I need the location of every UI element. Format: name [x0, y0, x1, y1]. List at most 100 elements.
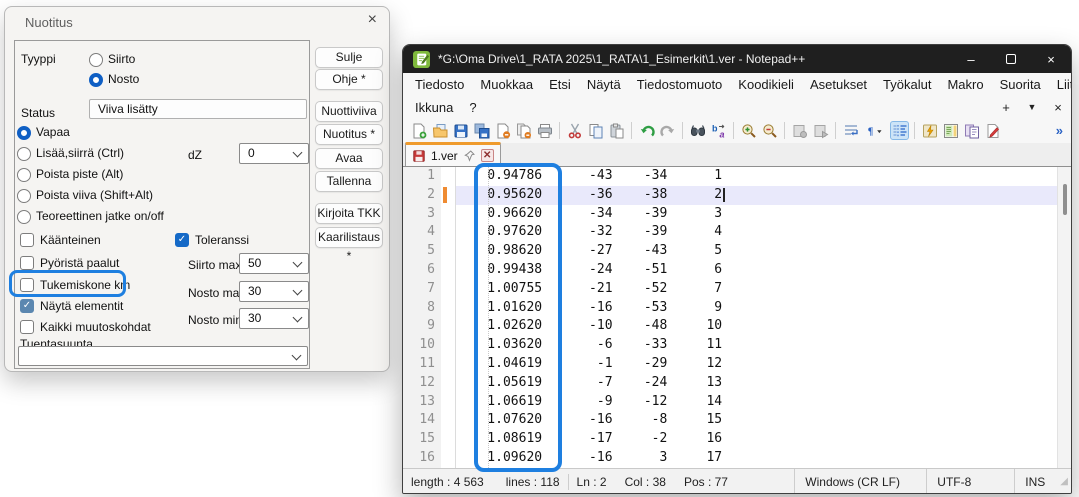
dialog-button-nuotitus[interactable]: Nuotitus * [315, 124, 383, 145]
line-number[interactable]: 7 [403, 280, 441, 299]
radio-nosto-label[interactable]: Nosto [108, 72, 139, 86]
tab-close-icon[interactable]: ✕ [481, 149, 494, 162]
menu-item-tiedostomuoto[interactable]: Tiedostomuoto [629, 74, 731, 95]
editor-text-line[interactable]: 1.04619 -1 -29 12 [456, 355, 1071, 374]
checkbox-pyorista-paalut[interactable] [20, 256, 34, 270]
radio-teoreettinen-label[interactable]: Teoreettinen jatke on/off [36, 209, 164, 223]
dialog-button-kaarilistaus[interactable]: Kaarilistaus * [315, 227, 383, 248]
line-number[interactable]: 3 [403, 205, 441, 224]
editor-text-line[interactable]: 1.06619 -9 -12 14 [456, 393, 1071, 412]
resize-grip-icon[interactable]: ◢ [1060, 476, 1071, 487]
eol-format[interactable]: Windows (CR LF) [794, 469, 926, 494]
save-icon[interactable] [451, 121, 470, 140]
menu-item-tiedosto[interactable]: Tiedosto [407, 74, 472, 95]
menu-item-suorita[interactable]: Suorita [992, 74, 1049, 95]
line-number[interactable]: 2 [403, 186, 441, 205]
line-number[interactable]: 10 [403, 336, 441, 355]
radio-poista-viiva-label[interactable]: Poista viiva (Shift+Alt) [36, 188, 153, 202]
editor-text-line[interactable]: 1.07620 -16 -8 15 [456, 411, 1071, 430]
radio-vapaa[interactable] [17, 126, 31, 140]
line-number[interactable]: 4 [403, 223, 441, 242]
editor-text-line[interactable]: 1.09620 -16 3 17 [456, 449, 1071, 468]
zoom-in-icon[interactable] [739, 121, 758, 140]
dialog-button-kirjoita-tkk[interactable]: Kirjoita TKK * [315, 203, 383, 224]
document-switcher-icon[interactable] [962, 121, 981, 140]
line-number[interactable]: 5 [403, 242, 441, 261]
minimize-button[interactable]: – [951, 45, 991, 73]
menu-item-muokkaa[interactable]: Muokkaa [472, 74, 541, 95]
insert-mode[interactable]: INS [1014, 469, 1060, 494]
record-macro-icon[interactable] [790, 121, 809, 140]
menu-item-help[interactable]: ? [461, 97, 484, 118]
dz-combo[interactable]: 0 [239, 143, 309, 164]
checkbox-pyorista-paalut-label[interactable]: Pyöristä paalut [40, 256, 119, 270]
nosto-max-combo[interactable]: 30 [239, 281, 309, 302]
editor-text-line[interactable]: 0.94786 -43 -34 1 [456, 167, 1071, 186]
close-icon[interactable] [493, 121, 512, 140]
checkbox-kaanteinen-label[interactable]: Käänteinen [40, 233, 101, 247]
close-all-icon[interactable] [514, 121, 533, 140]
undo-icon[interactable] [637, 121, 656, 140]
function-completion-icon[interactable] [920, 121, 939, 140]
new-file-icon[interactable] [409, 121, 428, 140]
line-number[interactable]: 1 [403, 167, 441, 186]
line-number[interactable]: 8 [403, 299, 441, 318]
radio-vapaa-label[interactable]: Vapaa [36, 125, 70, 139]
line-number[interactable]: 15 [403, 430, 441, 449]
status-field[interactable]: Viiva lisätty [89, 99, 307, 119]
radio-teoreettinen[interactable] [17, 210, 31, 224]
show-all-characters-icon[interactable]: ¶ [862, 121, 888, 140]
nosto-min-combo[interactable]: 30 [239, 308, 309, 329]
checkbox-kaanteinen[interactable] [20, 233, 34, 247]
radio-siirto-label[interactable]: Siirto [108, 52, 135, 66]
line-number[interactable]: 6 [403, 261, 441, 280]
siirto-max-combo[interactable]: 50 [239, 253, 309, 274]
close-tab-button[interactable]: × [1045, 100, 1071, 115]
dialog-button-tallenna[interactable]: Tallenna [315, 171, 383, 192]
new-tab-button[interactable]: + [993, 100, 1019, 115]
radio-siirto[interactable] [89, 53, 103, 67]
menu-item-makro[interactable]: Makro [939, 74, 991, 95]
checkbox-nayta-elementit[interactable]: ✓ [20, 299, 34, 313]
paste-icon[interactable] [607, 121, 626, 140]
indent-guide-icon[interactable] [890, 121, 909, 140]
tab-list-dropdown-icon[interactable]: ▼ [1019, 102, 1045, 112]
document-map-icon[interactable] [941, 121, 960, 140]
editor-text-line[interactable]: 1.05619 -7 -24 13 [456, 374, 1071, 393]
radio-lisaa-siirra-label[interactable]: Lisää,siirrä (Ctrl) [36, 146, 124, 160]
checkbox-toleranssi[interactable]: ✓ [175, 233, 189, 247]
menu-item-koodikieli[interactable]: Koodikieli [730, 74, 802, 95]
menu-item-työkalut[interactable]: Työkalut [875, 74, 939, 95]
playback-macro-icon[interactable] [811, 121, 830, 140]
editor-text-line[interactable]: 0.95620 -36 -38 2 [456, 186, 1071, 205]
encoding[interactable]: UTF-8 [926, 469, 1014, 494]
cut-icon[interactable] [565, 121, 584, 140]
redo-icon[interactable] [658, 121, 677, 140]
radio-poista-piste[interactable] [17, 168, 31, 182]
editor-area[interactable]: 1 0.94786 -43 -34 12 0.95620 -36 -38 23 … [403, 167, 1071, 468]
editor-text-line[interactable]: 1.02620 -10 -48 10 [456, 317, 1071, 336]
find-icon[interactable] [688, 121, 707, 140]
tab-1ver[interactable]: 1.ver ✕ [405, 142, 501, 166]
radio-poista-piste-label[interactable]: Poista piste (Alt) [36, 167, 123, 181]
radio-nosto[interactable] [89, 73, 103, 87]
line-number[interactable]: 11 [403, 355, 441, 374]
edit-marker-icon[interactable] [983, 121, 1002, 140]
dialog-button-ohje[interactable]: Ohje * [315, 69, 383, 90]
line-number[interactable]: 14 [403, 411, 441, 430]
editor-text-line[interactable]: 0.98620 -27 -43 5 [456, 242, 1071, 261]
zoom-out-icon[interactable] [760, 121, 779, 140]
editor-text-line[interactable]: 0.99438 -24 -51 6 [456, 261, 1071, 280]
close-icon[interactable]: × [368, 11, 377, 29]
dialog-button-avaa[interactable]: Avaa [315, 148, 383, 169]
open-file-icon[interactable] [430, 121, 449, 140]
radio-poista-viiva[interactable] [17, 189, 31, 203]
word-wrap-icon[interactable] [841, 121, 860, 140]
save-all-icon[interactable] [472, 121, 491, 140]
copy-icon[interactable] [586, 121, 605, 140]
maximize-button[interactable] [991, 45, 1031, 73]
menu-item-asetukset[interactable]: Asetukset [802, 74, 875, 95]
editor-text-line[interactable]: 1.01620 -16 -53 9 [456, 299, 1071, 318]
replace-icon[interactable]: ba [709, 121, 728, 140]
editor-text-line[interactable]: 1.00755 -21 -52 7 [456, 280, 1071, 299]
